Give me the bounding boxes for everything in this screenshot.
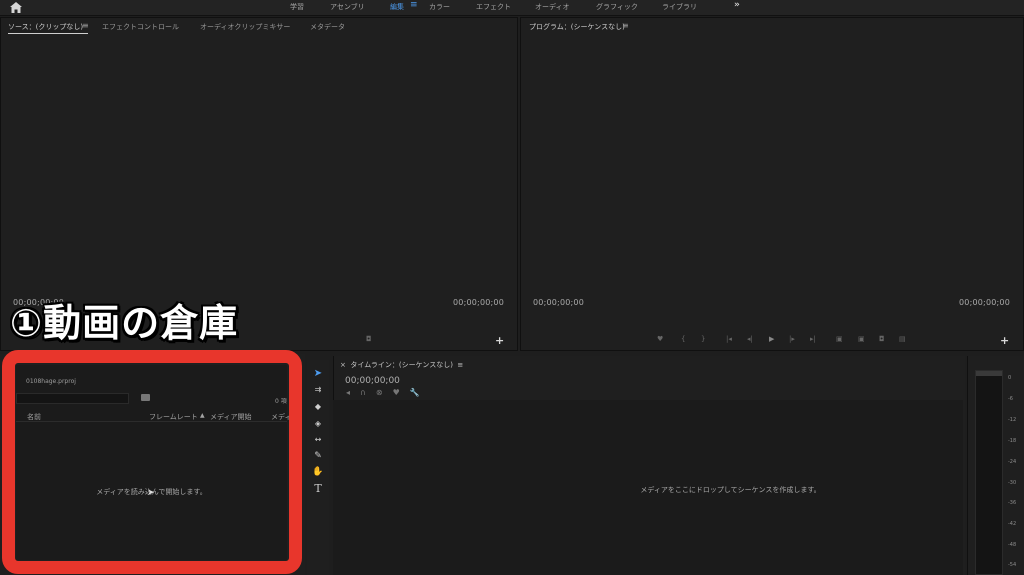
timeline-timecode[interactable]: 00;00;00;00 bbox=[345, 376, 400, 386]
workspace-menu-icon[interactable]: ≡ bbox=[410, 0, 418, 10]
timeline-marker-icon[interactable]: ♥ bbox=[393, 388, 410, 397]
tab-source[interactable]: ソース：(クリップなし) bbox=[8, 22, 83, 32]
source-panel-menu-icon[interactable]: ≡ bbox=[82, 21, 89, 30]
annotation-title: ①動画の倉庫 bbox=[10, 301, 239, 345]
workspace-color[interactable]: カラー bbox=[429, 2, 450, 12]
lift-icon[interactable]: ▣ bbox=[836, 335, 843, 343]
nest-icon[interactable]: ◂ bbox=[346, 388, 360, 397]
home-icon[interactable] bbox=[9, 1, 23, 14]
snap-icon[interactable]: ∩ bbox=[360, 388, 376, 397]
step-forward-icon[interactable]: |▸ bbox=[789, 335, 795, 343]
meter-tick: -12 bbox=[1008, 417, 1017, 423]
meter-tick: -36 bbox=[1008, 500, 1017, 506]
timeline-empty-message: メディアをここにドロップしてシーケンスを作成します。 bbox=[640, 486, 821, 494]
go-to-in-icon[interactable]: |◂ bbox=[726, 335, 732, 343]
highlight-frame bbox=[2, 350, 302, 574]
timeline-close-icon[interactable]: × bbox=[340, 361, 346, 369]
play-icon[interactable]: ▶ bbox=[769, 335, 774, 343]
step-back-icon[interactable]: ◂| bbox=[747, 335, 753, 343]
tab-program[interactable]: プログラム：(シーケンスなし) bbox=[529, 22, 625, 32]
meter-tick: 0 bbox=[1008, 375, 1012, 381]
workspace-graphics[interactable]: グラフィック bbox=[596, 2, 638, 12]
tab-effect-controls[interactable]: エフェクトコントロール bbox=[102, 22, 179, 32]
add-marker-icon[interactable]: ♥ bbox=[657, 335, 663, 343]
timeline-title[interactable]: × タイムライン：(シーケンスなし) ≡ bbox=[340, 360, 463, 370]
hand-icon[interactable]: ✋ bbox=[311, 466, 325, 478]
meter-tick: -6 bbox=[1008, 396, 1013, 402]
slip-icon[interactable]: ↔ bbox=[311, 434, 325, 446]
timeline-toolbar: ◂∩⊗♥🔧 bbox=[346, 388, 430, 397]
timeline-menu-icon[interactable]: ≡ bbox=[457, 361, 463, 369]
source-export-frame-icon[interactable]: ◘ bbox=[366, 335, 372, 343]
program-tab-row: プログラム：(シーケンスなし) ≡ bbox=[521, 18, 1023, 36]
selection-tool-icon[interactable]: ➤ bbox=[311, 368, 325, 380]
razor-icon[interactable]: ◈ bbox=[311, 418, 325, 430]
program-add-button[interactable]: + bbox=[1000, 334, 1009, 347]
workspace-libraries[interactable]: ライブラリ bbox=[662, 2, 697, 12]
extract-icon[interactable]: ▣ bbox=[858, 335, 865, 343]
program-timecode-current[interactable]: 00;00;00;00 bbox=[533, 298, 584, 307]
linked-selection-icon[interactable]: ⊗ bbox=[376, 388, 393, 397]
source-tab-row: ソース：(クリップなし) ≡ エフェクトコントロール オーディオクリップミキサー… bbox=[1, 18, 517, 36]
meter-tick: -30 bbox=[1008, 480, 1017, 486]
program-monitor-panel: プログラム：(シーケンスなし) ≡ 00;00;00;00 00;00;00;0… bbox=[520, 17, 1024, 351]
mark-in-icon[interactable]: { bbox=[681, 335, 685, 343]
wrench-icon[interactable]: 🔧 bbox=[410, 388, 430, 397]
source-timecode-duration: 00;00;00;00 bbox=[453, 298, 505, 307]
tab-audio-clip-mixer[interactable]: オーディオクリップミキサー bbox=[200, 22, 290, 32]
timeline-title-text: タイムライン：(シーケンスなし) bbox=[350, 361, 453, 369]
track-select-icon[interactable]: ⇉ bbox=[311, 384, 325, 396]
ripple-edit-icon[interactable]: ◆ bbox=[311, 401, 325, 413]
audio-meter-peak bbox=[976, 371, 1002, 376]
type-icon[interactable]: T bbox=[311, 483, 325, 495]
meter-tick: -18 bbox=[1008, 438, 1017, 444]
workspace-learn[interactable]: 学習 bbox=[290, 2, 304, 12]
comparison-view-icon[interactable]: ▤ bbox=[899, 335, 906, 343]
workspace-assembly[interactable]: アセンブリ bbox=[330, 2, 365, 12]
source-add-button[interactable]: + bbox=[495, 334, 504, 347]
active-tab-underline bbox=[8, 33, 88, 34]
mark-out-icon[interactable]: } bbox=[701, 335, 705, 343]
export-frame-icon[interactable]: ◘ bbox=[879, 335, 885, 343]
go-to-out-icon[interactable]: ▸| bbox=[810, 335, 816, 343]
pen-icon[interactable]: ✎ bbox=[311, 450, 325, 462]
workspace-audio[interactable]: オーディオ bbox=[535, 2, 570, 12]
workspace-bar bbox=[0, 0, 1024, 16]
meter-tick: -48 bbox=[1008, 542, 1017, 548]
workspace-effects[interactable]: エフェクト bbox=[476, 2, 511, 12]
meter-tick: -54 bbox=[1008, 562, 1017, 568]
program-timecode-duration: 00;00;00;00 bbox=[959, 298, 1011, 307]
meter-tick: -24 bbox=[1008, 459, 1017, 465]
audio-meter-bar bbox=[975, 370, 1003, 575]
program-panel-menu-icon[interactable]: ≡ bbox=[622, 21, 629, 30]
tab-metadata[interactable]: メタデータ bbox=[310, 22, 345, 32]
meter-tick: -42 bbox=[1008, 521, 1017, 527]
workspace-editing[interactable]: 編集 bbox=[390, 2, 404, 12]
workspace-overflow-icon[interactable]: » bbox=[734, 0, 740, 10]
